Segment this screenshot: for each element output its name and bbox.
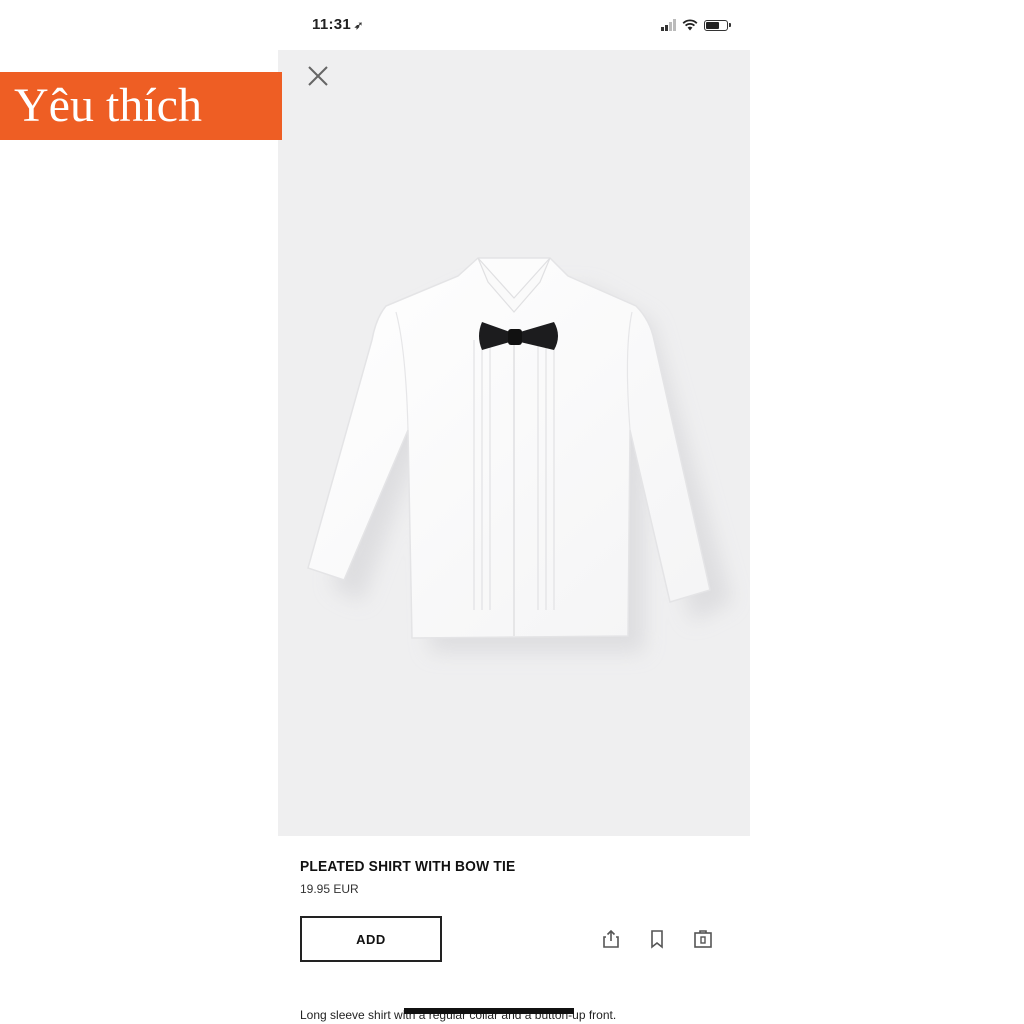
product-price: 19.95 EUR: [300, 882, 359, 896]
status-icons: [661, 16, 731, 34]
signal-icon: [661, 19, 676, 31]
close-button[interactable]: [304, 62, 332, 90]
store-icon[interactable]: [692, 928, 714, 950]
add-button-label: ADD: [356, 931, 386, 947]
share-icon[interactable]: [600, 928, 622, 950]
status-time-text: 11:31: [312, 16, 352, 33]
wifi-icon: [682, 19, 698, 31]
product-actions: [600, 928, 714, 950]
bookmark-icon[interactable]: [646, 928, 668, 950]
product-title: PLEATED SHIRT WITH BOW TIE: [300, 858, 516, 875]
favorite-badge: Yêu thích: [0, 72, 282, 140]
location-arrow-icon: ➶: [354, 20, 364, 32]
product-image: [307, 257, 732, 652]
close-icon: [308, 66, 328, 86]
add-to-cart-button[interactable]: ADD: [300, 916, 442, 962]
product-info: PLEATED SHIRT WITH BOW TIE 19.95 EUR: [300, 858, 730, 896]
status-time: 11:31 ➶: [312, 16, 364, 33]
status-bar: 11:31 ➶: [276, 0, 750, 50]
redaction-bar: [404, 1008, 574, 1014]
phone-screen: 11:31 ➶ PLEATED SHIRT WITH BOW TIE 19.95…: [276, 0, 750, 1024]
product-image-area: [278, 50, 750, 836]
battery-icon: [704, 19, 731, 31]
favorite-badge-text: Yêu thích: [14, 79, 202, 132]
